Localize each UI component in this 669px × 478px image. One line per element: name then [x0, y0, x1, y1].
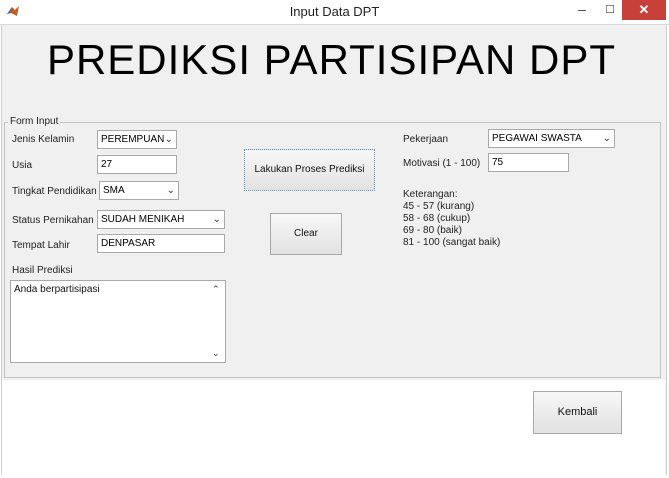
chevron-down-icon: ⌄	[602, 133, 611, 144]
keterangan-line: 58 - 68 (cukup)	[403, 213, 471, 224]
hasil-prediksi-label: Hasil Prediksi	[12, 265, 73, 276]
proses-prediksi-button[interactable]: Lakukan Proses Prediksi	[244, 149, 375, 191]
motivasi-label: Motivasi (1 - 100)	[403, 158, 481, 169]
usia-input[interactable]: 27	[97, 155, 177, 174]
motivasi-input[interactable]: 75	[488, 153, 569, 172]
jenis-kelamin-value: PEREMPUAN	[101, 134, 165, 145]
tempat-lahir-label: Tempat Lahir	[12, 240, 70, 251]
pekerjaan-select[interactable]: PEGAWAI SWASTA ⌄	[488, 129, 615, 148]
chevron-down-icon: ⌄	[166, 185, 175, 196]
pekerjaan-value: PEGAWAI SWASTA	[492, 133, 582, 144]
tingkat-pendidikan-label: Tingkat Pendidikan	[12, 186, 97, 197]
chevron-down-icon: ⌄	[212, 214, 221, 225]
clear-button[interactable]: Clear	[270, 213, 342, 255]
window-title: Input Data DPT	[289, 4, 380, 19]
usia-label: Usia	[12, 160, 33, 171]
status-pernikahan-value: SUDAH MENIKAH	[101, 214, 185, 225]
page-title: PREDIKSI PARTISIPAN DPT	[46, 36, 617, 83]
keterangan-label: Keterangan:	[403, 189, 458, 200]
tingkat-pendidikan-select[interactable]: SMA ⌄	[99, 181, 179, 200]
keterangan-line: 81 - 100 (sangat baik)	[403, 237, 501, 248]
close-button[interactable]: ✕	[622, 0, 666, 20]
tempat-lahir-input[interactable]: DENPASAR	[97, 234, 225, 253]
keterangan-line: 69 - 80 (baik)	[403, 225, 462, 236]
kembali-button[interactable]: Kembali	[533, 391, 622, 434]
pekerjaan-label: Pekerjaan	[403, 134, 449, 145]
status-pernikahan-select[interactable]: SUDAH MENIKAH ⌄	[97, 210, 225, 229]
status-pernikahan-label: Status Pernikahan	[12, 215, 94, 226]
form-input-legend: Form Input	[8, 116, 61, 127]
tingkat-pendidikan-value: SMA	[103, 185, 125, 196]
maximize-button[interactable]: ☐	[598, 0, 622, 20]
jenis-kelamin-select[interactable]: PEREMPUAN ⌄	[97, 130, 177, 149]
minimize-button[interactable]: –	[570, 0, 594, 20]
jenis-kelamin-label: Jenis Kelamin	[12, 134, 75, 145]
hasil-prediksi-text: Anda berpartisipasi	[14, 284, 100, 295]
keterangan-line: 45 - 57 (kurang)	[403, 201, 475, 212]
scroll-down-icon[interactable]: ⌄	[212, 348, 220, 359]
scroll-up-icon[interactable]: ⌃	[212, 284, 220, 295]
chevron-down-icon: ⌄	[164, 134, 173, 145]
